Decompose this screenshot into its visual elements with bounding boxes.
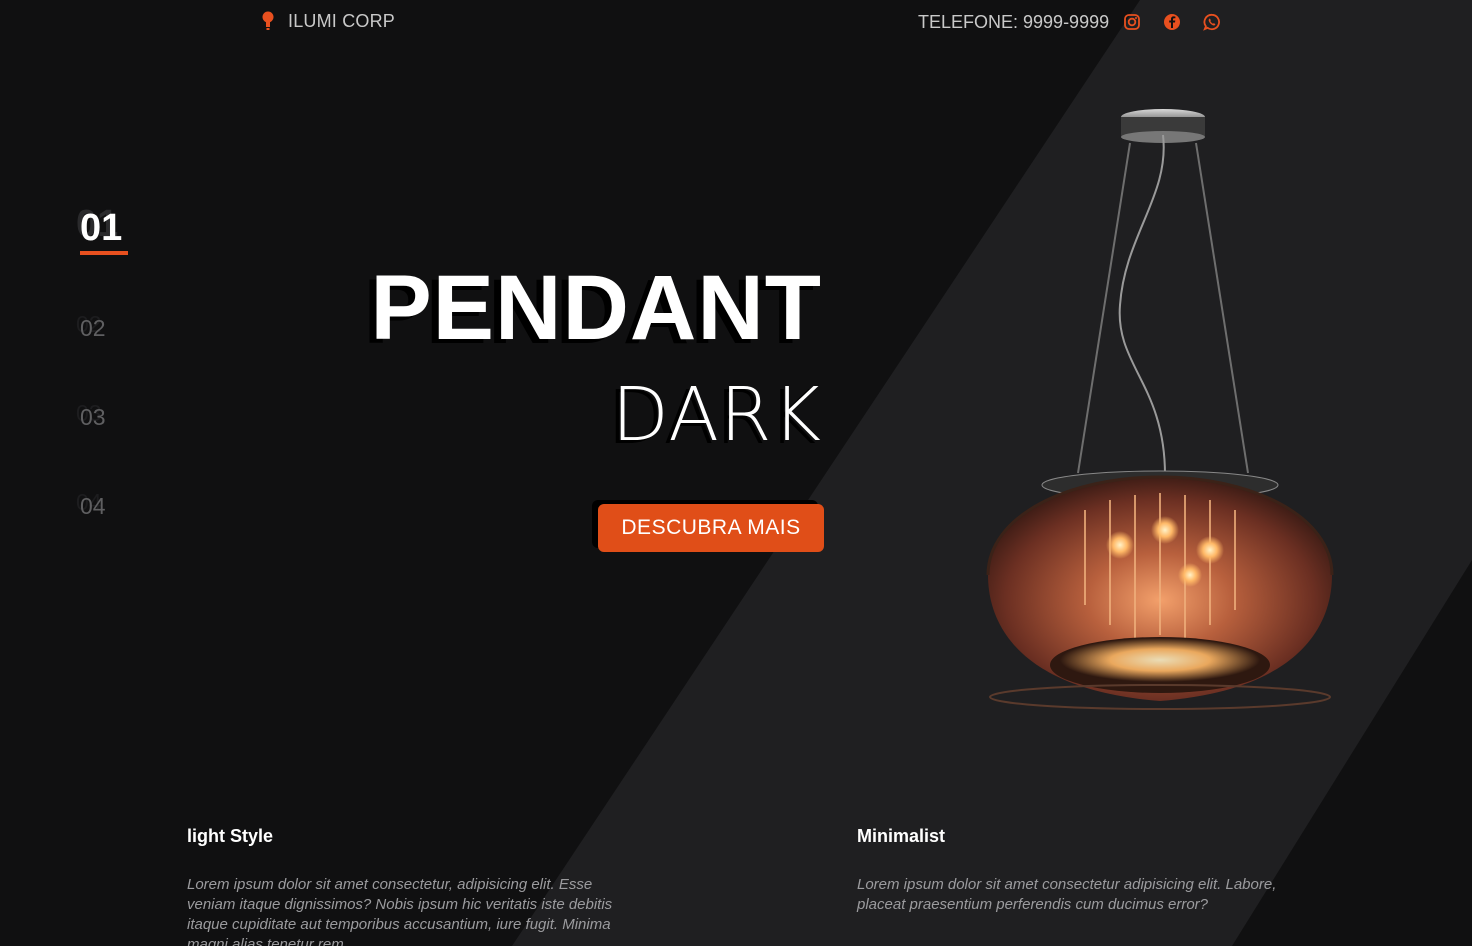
hero-title: PENDANT — [370, 257, 822, 359]
whatsapp-icon[interactable] — [1203, 10, 1243, 34]
feature-minimalist: Minimalist Lorem ipsum dolor sit amet co… — [857, 826, 1307, 915]
feature-text: Lorem ipsum dolor sit amet consectetur a… — [857, 876, 1277, 913]
feature-light-style: light Style Lorem ipsum dolor sit amet c… — [187, 826, 637, 946]
feature-title: light Style — [187, 826, 274, 846]
lightbulb-icon — [260, 10, 276, 32]
contact-bar: TELEFONE: 9999-9999 — [918, 10, 1243, 34]
hero-subtitle: DARK — [611, 372, 822, 458]
brand[interactable]: ILUMI CORP — [260, 10, 395, 32]
slide-number-01[interactable]: 01 — [80, 207, 128, 255]
feature-title: Minimalist — [857, 826, 946, 846]
brand-name: ILUMI CORP — [288, 10, 396, 31]
slide-number-03[interactable]: 03 — [80, 404, 106, 431]
feature-text: Lorem ipsum dolor sit amet consectetur, … — [187, 876, 613, 946]
pendant-lamp-image — [960, 105, 1360, 725]
slide-number-04[interactable]: 04 — [80, 493, 106, 520]
instagram-icon[interactable] — [1123, 10, 1163, 34]
facebook-icon[interactable] — [1163, 10, 1203, 34]
phone-text: TELEFONE: 9999-9999 — [918, 11, 1110, 32]
discover-more-button[interactable]: DESCUBRA MAIS — [598, 504, 824, 552]
slide-number-02[interactable]: 02 — [80, 315, 106, 342]
